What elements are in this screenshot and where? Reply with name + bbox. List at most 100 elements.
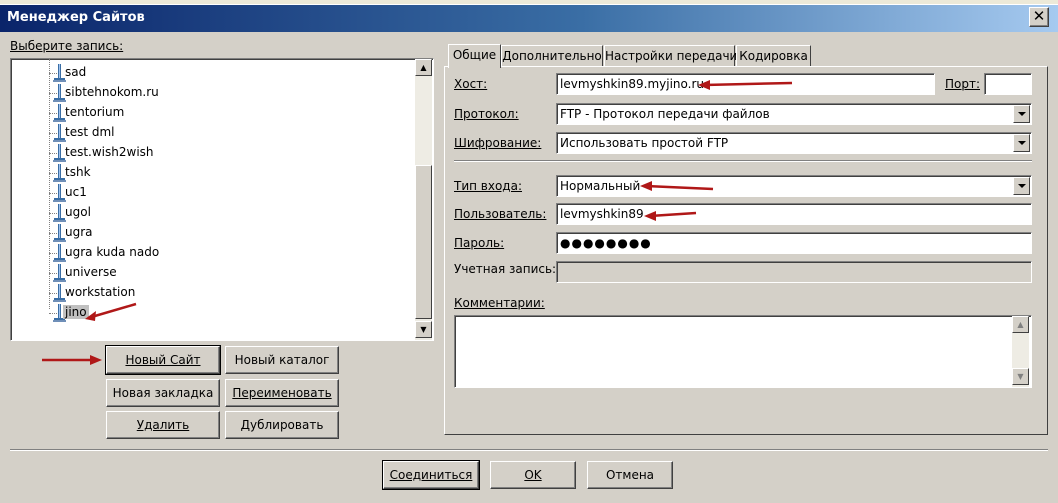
- annotation-arrow-new-site: [42, 355, 102, 365]
- tab-charset[interactable]: Кодировка: [736, 45, 811, 67]
- new-folder-button[interactable]: Новый каталог: [225, 346, 339, 374]
- title-bar[interactable]: Менеджер Сайтов ✕: [0, 5, 1058, 32]
- window-title: Менеджер Сайтов: [7, 10, 145, 25]
- site-list-item[interactable]: jino: [11, 303, 415, 323]
- select-entry-label: Выберите запись:: [10, 39, 123, 53]
- site-list-item[interactable]: ugol: [11, 203, 415, 223]
- protocol-label-text: Протокол:: [454, 107, 519, 121]
- tree-scrollbar[interactable]: ▲ ▼: [415, 59, 432, 340]
- rename-button-label: Переименовать: [232, 386, 332, 400]
- site-list-item[interactable]: sad: [11, 63, 415, 83]
- tab-general-label: Общие: [452, 48, 497, 62]
- user-input-value: levmyshkin89: [560, 207, 644, 221]
- password-label: Пароль:: [454, 236, 504, 250]
- account-label-text: Учетная запись:: [454, 262, 557, 276]
- site-tree[interactable]: sad sibtehnokom.ru tentorium test dml test.w…: [10, 58, 434, 341]
- port-label: Порт:: [945, 77, 980, 91]
- protocol-select-value: FTP - Протокол передачи файлов: [560, 107, 770, 121]
- connect-button[interactable]: Соединиться: [382, 460, 480, 490]
- site-list-item-label: sibtehnokom.ru: [65, 85, 159, 99]
- port-input[interactable]: [984, 73, 1032, 95]
- rename-button[interactable]: Переименовать: [225, 379, 339, 407]
- logon-type-select-value: Нормальный: [560, 179, 641, 193]
- site-list-item[interactable]: uc1: [11, 183, 415, 203]
- site-list-item[interactable]: universe: [11, 263, 415, 283]
- host-label-text: Хост:: [454, 77, 488, 91]
- tab-transfer-settings[interactable]: Настройки передачи: [604, 45, 738, 67]
- logon-type-label-text: Тип входа:: [454, 179, 522, 193]
- scroll-down-icon: ▼: [420, 325, 427, 334]
- site-list-item[interactable]: workstation: [11, 283, 415, 303]
- chevron-down-icon[interactable]: [1013, 134, 1030, 152]
- comments-scroll-up-button[interactable]: ▲: [1012, 316, 1029, 333]
- site-list-item[interactable]: ugra: [11, 223, 415, 243]
- comments-label-text: Комментарии:: [454, 296, 545, 310]
- site-list-item[interactable]: sibtehnokom.ru: [11, 83, 415, 103]
- site-list-item-label: test dml: [65, 125, 115, 139]
- user-label-text: Пользователь:: [454, 207, 547, 221]
- new-site-button[interactable]: Новый Сайт: [105, 345, 221, 375]
- site-list-item-label: universe: [65, 265, 117, 279]
- scroll-up-icon: ▲: [1017, 320, 1024, 329]
- site-list-item-label: ugol: [65, 205, 91, 219]
- site-list-item-label: sad: [65, 65, 87, 79]
- site-list-item-label: ugra kuda nado: [65, 245, 160, 259]
- port-label-text: Порт:: [945, 77, 981, 91]
- account-label: Учетная запись:: [454, 262, 556, 276]
- new-bookmark-button[interactable]: Новая закладка: [106, 379, 220, 407]
- cancel-button[interactable]: Отмена: [587, 461, 673, 489]
- site-list-item[interactable]: tshk: [11, 163, 415, 183]
- site-list-item-label: uc1: [65, 185, 87, 199]
- divider: [454, 160, 1032, 162]
- tab-advanced[interactable]: Дополнительно: [501, 45, 603, 67]
- tab-charset-label: Кодировка: [739, 49, 808, 63]
- host-label: Хост:: [454, 77, 487, 91]
- user-input[interactable]: levmyshkin89: [556, 203, 1032, 225]
- ok-button[interactable]: OK: [490, 461, 576, 489]
- delete-button-label: Удалить: [136, 418, 190, 432]
- user-label: Пользователь:: [454, 207, 546, 221]
- comments-scroll-down-button[interactable]: ▼: [1012, 368, 1029, 385]
- password-input-value: ●●●●●●●●: [560, 236, 652, 250]
- tab-transfer-settings-label: Настройки передачи: [605, 49, 738, 63]
- site-list-item-label: tentorium: [65, 105, 125, 119]
- scroll-down-icon: ▼: [1017, 372, 1024, 381]
- encryption-label-text: Шифрование:: [454, 136, 542, 150]
- scroll-up-icon: ▲: [420, 63, 427, 72]
- close-icon: ✕: [1032, 7, 1046, 25]
- close-button[interactable]: ✕: [1029, 7, 1049, 27]
- site-list-item[interactable]: test dml: [11, 123, 415, 143]
- delete-button[interactable]: Удалить: [106, 411, 220, 439]
- site-list-item-label: ugra: [65, 225, 93, 239]
- encryption-select[interactable]: Использовать простой FTP: [556, 132, 1032, 154]
- chevron-down-icon[interactable]: [1013, 177, 1030, 195]
- site-list-item[interactable]: test.wish2wish: [11, 143, 415, 163]
- site-list-item[interactable]: tentorium: [11, 103, 415, 123]
- encryption-label: Шифрование:: [454, 136, 541, 150]
- scroll-up-button[interactable]: ▲: [415, 59, 432, 76]
- new-folder-button-label: Новый каталог: [234, 353, 330, 367]
- duplicate-button[interactable]: Дублировать: [225, 411, 339, 439]
- new-bookmark-button-label: Новая закладка: [112, 386, 214, 400]
- chevron-down-icon[interactable]: [1013, 105, 1030, 123]
- host-input[interactable]: levmyshkin89.myjino.ru: [556, 73, 935, 95]
- cancel-button-label: Отмена: [605, 468, 655, 482]
- tab-general[interactable]: Общие: [448, 44, 501, 68]
- connect-button-label: Соединиться: [389, 468, 473, 482]
- ok-button-label: OK: [524, 468, 542, 482]
- scroll-down-button[interactable]: ▼: [415, 321, 432, 338]
- site-list-item-label: jino: [63, 305, 89, 319]
- footer-divider: [10, 449, 1048, 451]
- site-list-item-label: test.wish2wish: [65, 145, 154, 159]
- site-list-item-label: tshk: [65, 165, 91, 179]
- password-input[interactable]: ●●●●●●●●: [556, 232, 1032, 254]
- scroll-thumb[interactable]: [415, 165, 432, 319]
- comments-textarea[interactable]: ▲ ▼: [454, 315, 1032, 388]
- protocol-select[interactable]: FTP - Протокол передачи файлов: [556, 103, 1032, 125]
- password-label-text: Пароль:: [454, 236, 505, 250]
- logon-type-select[interactable]: Нормальный: [556, 175, 1032, 197]
- host-input-value: levmyshkin89.myjino.ru: [560, 77, 704, 91]
- account-input: [556, 261, 1032, 283]
- comments-scrollbar[interactable]: ▲ ▼: [1012, 316, 1029, 387]
- site-list-item[interactable]: ugra kuda nado: [11, 243, 415, 263]
